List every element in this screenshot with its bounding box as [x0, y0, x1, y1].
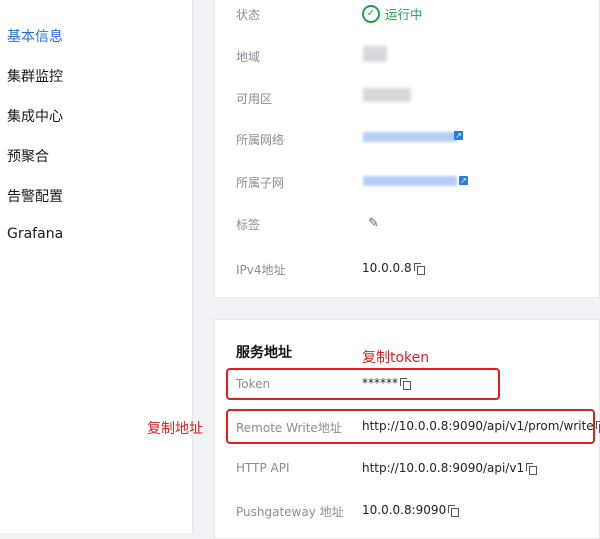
annotation-copy-address: 复制地址	[147, 421, 203, 437]
region-label: 地域	[236, 50, 261, 64]
subnet-label: 所属子网	[236, 176, 285, 190]
pushgateway-value: 10.0.0.8:9090	[362, 503, 460, 517]
status-value: ✓ 运行中	[362, 4, 423, 23]
edit-icon[interactable]: ✎	[368, 216, 379, 231]
sidebar: 基本信息 集群监控 集成中心 预聚合 告警配置 Grafana	[0, 0, 193, 533]
copy-icon[interactable]	[595, 421, 600, 433]
ipv4-label: IPv4地址	[236, 263, 286, 277]
annotation-remote-write-box	[226, 409, 595, 444]
pushgateway-text: 10.0.0.8:9090	[362, 503, 447, 517]
region-value-redacted	[363, 46, 387, 62]
sidebar-item-cluster-monitoring[interactable]: 集群监控	[7, 66, 63, 86]
tag-label: 标签	[236, 218, 261, 232]
pushgateway-label: Pushgateway 地址	[236, 505, 344, 519]
annotation-copy-token: 复制token	[362, 350, 430, 366]
sidebar-item-integration-center[interactable]: 集成中心	[7, 106, 63, 126]
vpc-label: 所属网络	[236, 133, 285, 147]
copy-icon[interactable]	[526, 463, 538, 475]
zone-label: 可用区	[236, 92, 273, 106]
sidebar-item-pre-aggregation[interactable]: 预聚合	[7, 146, 49, 166]
sidebar-item-grafana[interactable]: Grafana	[7, 226, 63, 242]
check-circle-icon: ✓	[362, 4, 380, 23]
external-link-icon[interactable]: ↗	[459, 176, 468, 185]
annotation-token-box	[226, 368, 500, 400]
ipv4-value: 10.0.0.8	[362, 261, 425, 275]
copy-icon[interactable]	[413, 263, 425, 275]
ipv4-text: 10.0.0.8	[362, 261, 412, 275]
http-api-text: http://10.0.0.8:9090/api/v1	[362, 461, 525, 475]
section-title: 服务地址	[236, 345, 292, 361]
copy-icon[interactable]	[448, 505, 460, 517]
status-label: 状态	[236, 8, 261, 22]
status-text: 运行中	[385, 7, 423, 22]
http-api-label: HTTP API	[236, 461, 290, 475]
sidebar-item-alert-config[interactable]: 告警配置	[7, 186, 63, 206]
vpc-link-redacted[interactable]	[363, 132, 457, 142]
external-link-icon[interactable]: ↗	[454, 131, 463, 140]
basic-info-card	[214, 0, 600, 298]
sidebar-item-basic-info[interactable]: 基本信息	[7, 26, 63, 46]
zone-value-redacted	[363, 88, 411, 102]
subnet-link-redacted[interactable]	[363, 176, 457, 186]
http-api-value: http://10.0.0.8:9090/api/v1	[362, 461, 538, 475]
